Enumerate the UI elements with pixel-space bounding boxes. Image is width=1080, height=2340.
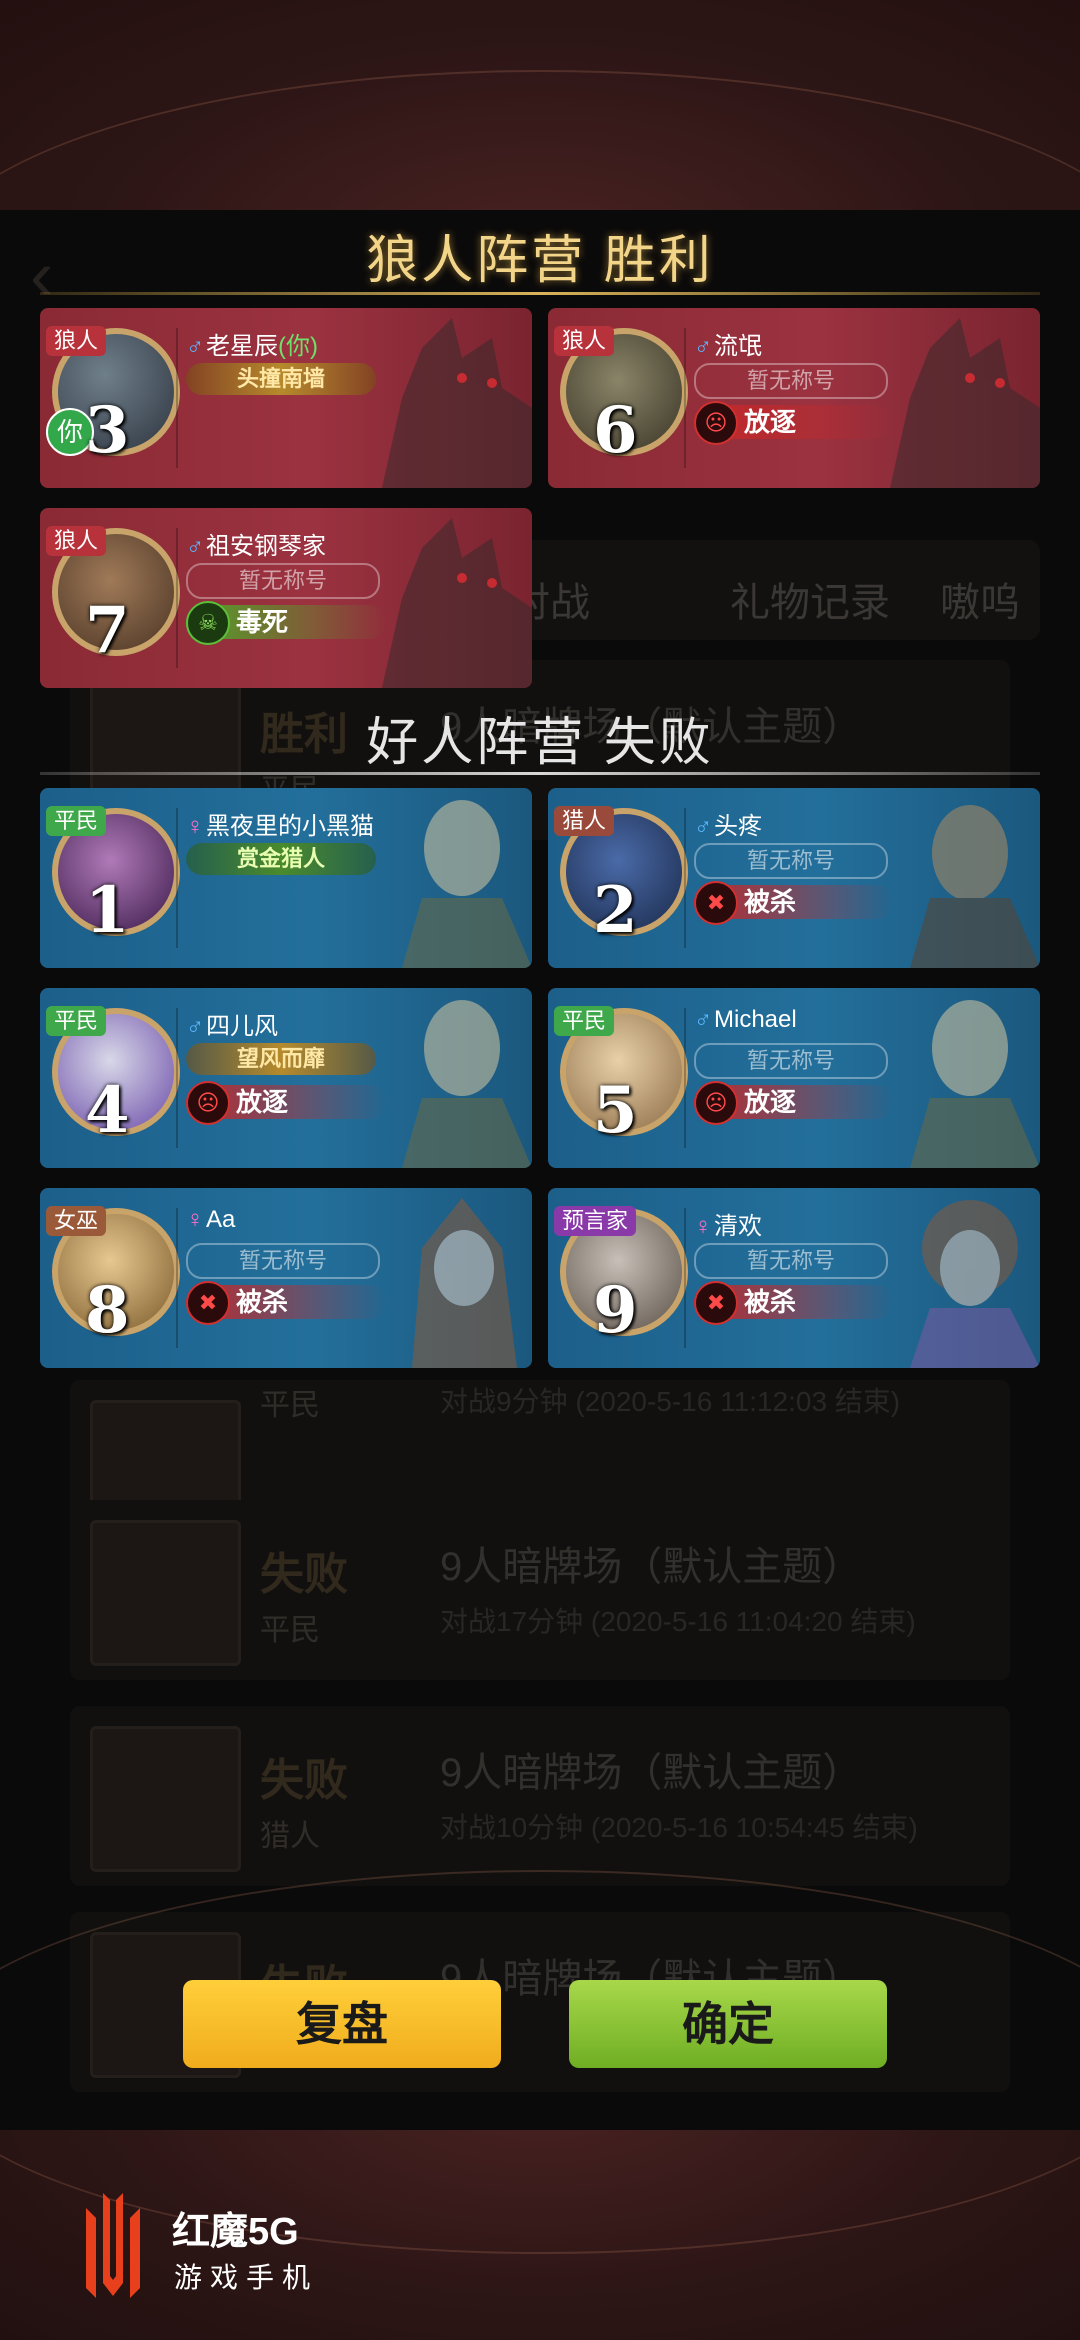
female-icon: ♀	[186, 1206, 204, 1233]
game-screen: ‹ 对战 礼物记录 嗷呜 胜利 平民 9人暗牌场（默认主题） 平民 对战9分钟 …	[0, 210, 1080, 2130]
male-icon: ♂	[186, 533, 204, 560]
wolf-camp-title: 狼人阵营 胜利	[366, 232, 714, 290]
seat-number: 9	[593, 1273, 638, 1348]
role-badge: 平民	[46, 1006, 107, 1036]
exile-icon: ☹	[186, 1081, 230, 1125]
player-name: ♂流氓	[694, 333, 762, 360]
seat-number: 6	[593, 393, 638, 468]
werewolf-art-icon	[382, 318, 532, 488]
seat-number: 7	[85, 593, 130, 668]
player-name: ♂四儿风	[186, 1013, 278, 1040]
role-badge: 狼人	[554, 326, 615, 356]
modal-overlay	[0, 210, 1080, 2130]
seat-number: 5	[593, 1073, 638, 1148]
seat-number: 8	[85, 1273, 130, 1348]
female-icon: ♀	[694, 1213, 712, 1240]
role-badge: 猎人	[554, 806, 615, 836]
seat-number: 2	[593, 873, 638, 948]
phone-frame-top	[0, 0, 1080, 474]
player-card-1[interactable]: 平民 1 ♀黑夜里的小黑猫 赏金猎人	[40, 788, 532, 968]
exile-icon: ☹	[694, 401, 738, 445]
good-camp-title: 好人阵营 失败	[366, 714, 714, 772]
role-badge: 平民	[554, 1006, 615, 1036]
role-badge: 预言家	[554, 1206, 637, 1236]
player-name: ♂Michael	[694, 1006, 797, 1033]
role-badge: 狼人	[46, 526, 107, 556]
male-icon: ♂	[186, 1013, 204, 1040]
role-badge: 女巫	[46, 1206, 107, 1236]
player-card-9[interactable]: 预言家 9 ♀清欢 暂无称号 被杀 ✖	[548, 1188, 1040, 1368]
role-badge: 平民	[46, 806, 107, 836]
player-title-badge: 暂无称号	[694, 1043, 888, 1079]
villager-art-icon	[910, 1000, 1040, 1168]
villager-art-icon	[402, 1000, 532, 1168]
claw-icon: ✖	[694, 881, 738, 925]
male-icon: ♂	[186, 333, 204, 360]
seat-number: 3	[85, 393, 130, 468]
player-card-4[interactable]: 平民 4 ♂四儿风 望风而靡 放逐 ☹	[40, 988, 532, 1168]
red-magic-logo-icon	[86, 2193, 140, 2298]
player-title-badge: 暂无称号	[186, 563, 380, 599]
player-card-2[interactable]: 猎人 2 ♂头疼 暂无称号 被杀 ✖	[548, 788, 1040, 968]
witch-art-icon	[412, 1198, 517, 1368]
player-card-8[interactable]: 女巫 8 ♀Aa 暂无称号 被杀 ✖	[40, 1188, 532, 1368]
player-title-badge: 暂无称号	[186, 1243, 380, 1279]
role-badge: 狼人	[46, 326, 107, 356]
claw-icon: ✖	[694, 1281, 738, 1325]
player-name: ♂老星辰(你)	[186, 333, 318, 360]
player-name: ♀黑夜里的小黑猫	[186, 813, 374, 840]
player-name: ♂祖安钢琴家	[186, 533, 326, 560]
brand-name: 红魔5G	[172, 2211, 299, 2253]
player-card-6[interactable]: 狼人 6 ♂流氓 暂无称号 放逐 ☹	[548, 308, 1040, 488]
male-icon: ♂	[694, 1006, 712, 1033]
good-camp-divider	[40, 772, 1040, 775]
male-icon: ♂	[694, 333, 712, 360]
player-name: ♂头疼	[694, 813, 762, 840]
player-card-3[interactable]: 狼人 你 3 ♂老星辰(你) 头撞南墙	[40, 308, 532, 488]
player-title-badge: 暂无称号	[694, 843, 888, 879]
phone-frame-bottom	[0, 1870, 1080, 2340]
brand-tagline: 游戏手机	[174, 2262, 319, 2293]
player-title-badge: 望风而靡	[186, 1043, 376, 1075]
player-card-7[interactable]: 狼人 7 ♂祖安钢琴家 暂无称号 毒死 ☠	[40, 508, 532, 688]
player-title-badge: 头撞南墙	[186, 363, 376, 395]
female-icon: ♀	[186, 813, 204, 840]
poison-icon: ☠	[186, 601, 230, 645]
player-title-badge: 暂无称号	[694, 363, 888, 399]
player-name: ♀清欢	[694, 1213, 762, 1240]
seer-art-icon	[910, 1200, 1040, 1368]
hunter-art-icon	[910, 805, 1040, 968]
werewolf-art-icon	[890, 318, 1040, 488]
player-title-badge: 暂无称号	[694, 1243, 888, 1279]
seat-number: 1	[85, 873, 130, 948]
werewolf-art-icon	[382, 518, 532, 688]
player-name: ♀Aa	[186, 1206, 236, 1233]
exile-icon: ☹	[694, 1081, 738, 1125]
wolf-camp-divider	[40, 292, 1040, 295]
seat-number: 4	[85, 1073, 130, 1148]
player-title-badge: 赏金猎人	[186, 843, 376, 875]
player-card-5[interactable]: 平民 5 ♂Michael 暂无称号 放逐 ☹	[548, 988, 1040, 1168]
male-icon: ♂	[694, 813, 712, 840]
claw-icon: ✖	[186, 1281, 230, 1325]
